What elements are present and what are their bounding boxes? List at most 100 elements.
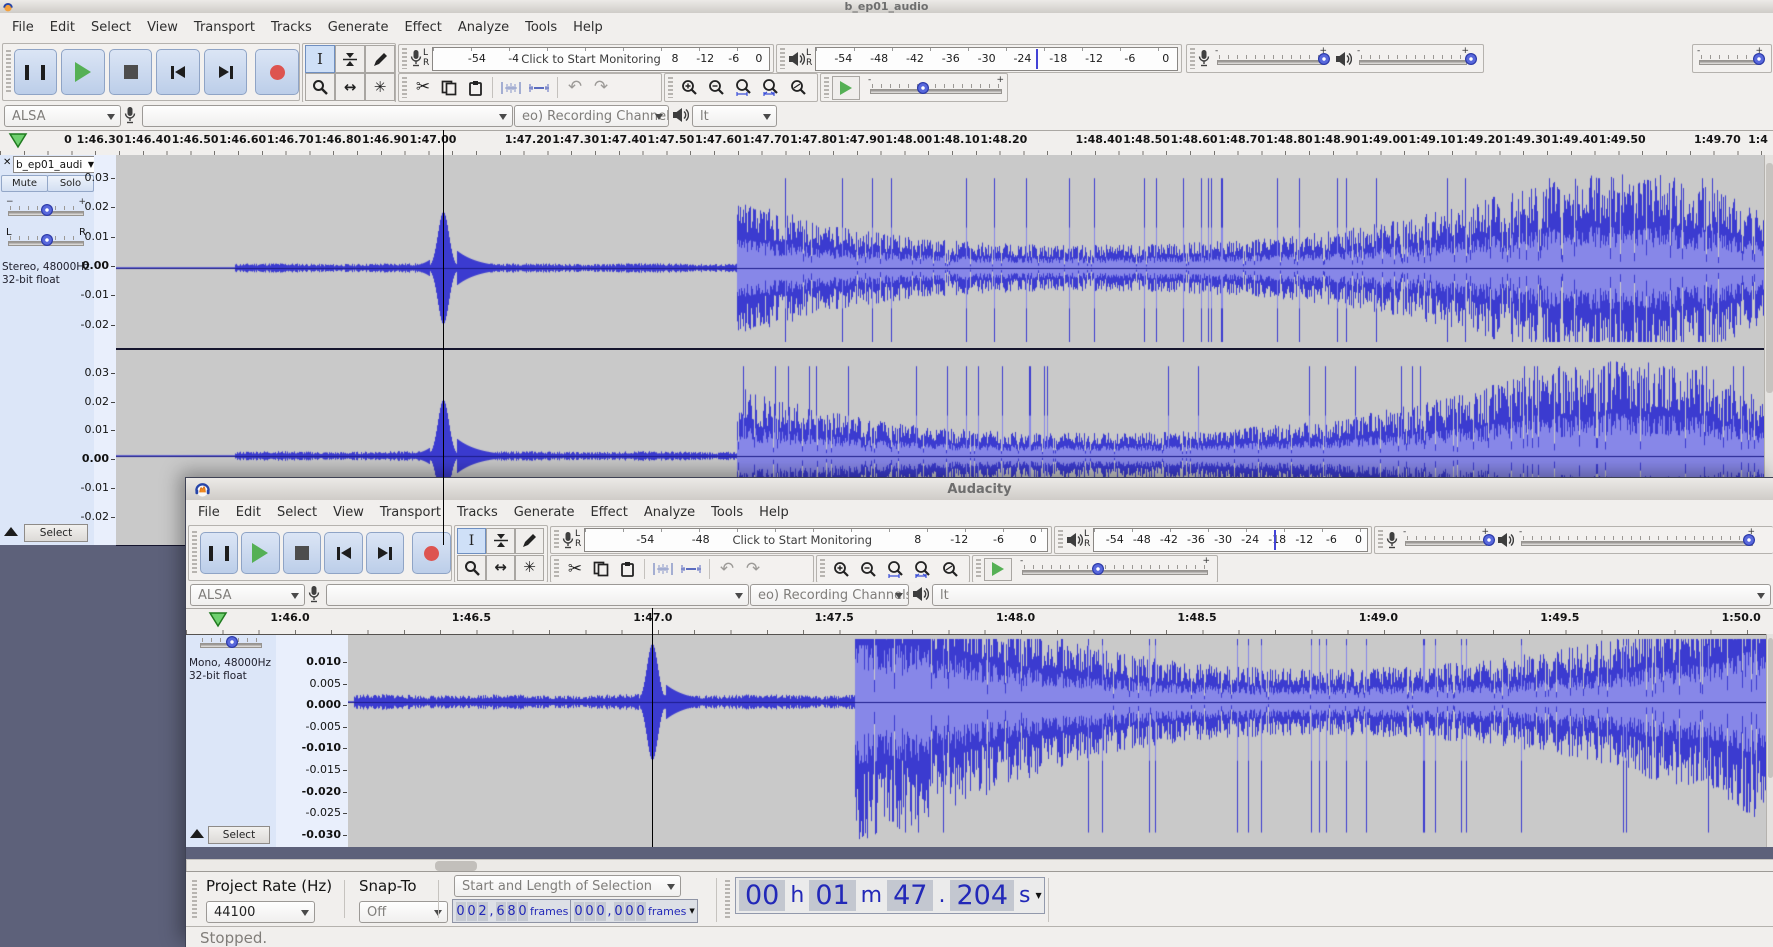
zoom-out-button[interactable] [855,556,882,582]
pause-button[interactable] [200,532,239,574]
recording-volume-slider[interactable]: -+ [1403,531,1489,549]
record-button[interactable] [412,532,451,574]
track-select-button[interactable]: Select [208,826,270,844]
stop-button[interactable] [283,532,322,574]
draw-tool[interactable] [365,45,395,73]
speaker-icon[interactable] [788,51,805,67]
time-value-segment[interactable]: 47 [887,880,933,911]
waveform-mono[interactable] [348,634,1766,849]
playback-speed-slider[interactable]: -+ [868,79,1004,97]
audio-position-display[interactable]: 00h01m47.204s ▼ [735,877,1045,914]
dropdown-arrow-icon[interactable]: ▼ [689,907,694,915]
skip-to-start-button[interactable] [156,49,200,95]
waveform-left-channel[interactable] [116,155,1764,350]
paste-button[interactable] [614,556,640,582]
recording-meter[interactable]: -54-48 Click to Start Monitoring 8-12-60 [432,47,770,71]
timeline-ruler[interactable]: 1:46.01:46.51:47.01:47.51:48.01:48.51:49… [186,608,1773,635]
scrollbar-thumb[interactable] [1768,638,1773,778]
digit-cell[interactable]: , [489,902,495,921]
trim-audio-button[interactable] [649,556,677,582]
collapse-icon[interactable] [190,829,204,838]
fit-project-button[interactable] [909,556,936,582]
menu-item[interactable]: Help [565,20,611,35]
copy-button[interactable] [588,556,614,582]
zoom-in-button[interactable] [676,75,703,101]
slider-thumb[interactable] [1465,53,1477,65]
recording-volume-slider[interactable]: -+ [1215,50,1327,68]
menu-item[interactable]: Analyze [636,505,703,520]
menu-item[interactable]: Edit [42,20,83,35]
digit-cell[interactable]: 0 [518,902,528,921]
menu-item[interactable]: Tools [703,505,751,520]
track-control-panel[interactable]: Mono, 48000Hz 32-bit float Select [186,634,277,848]
mute-button[interactable]: Mute [1,175,48,192]
menu-item[interactable]: Effect [396,20,449,35]
playback-volume-slider[interactable]: -+ [1519,531,1755,549]
time-unit-segment[interactable]: h [786,883,808,908]
close-icon[interactable]: ✕ [3,157,11,168]
menu-item[interactable]: File [4,20,42,35]
digit-cell[interactable]: 0 [614,902,624,921]
recording-device-dropdown[interactable] [326,584,749,606]
timeline-ruler[interactable]: 0 1:46.301:46.401:46.501:46.601:46.701:4… [0,130,1773,156]
undo-button[interactable]: ↶ [562,75,588,101]
skip-to-start-button[interactable] [324,532,363,574]
skip-to-end-button[interactable] [366,532,405,574]
time-unit-segment[interactable]: s [1015,883,1034,908]
digit-cell[interactable]: 0 [456,902,466,921]
menu-item[interactable]: Generate [506,505,583,520]
zoom-toggle-button[interactable] [936,556,963,582]
timeline-pin-icon[interactable] [208,612,228,629]
recording-meter[interactable]: -54-48 Click to Start Monitoring 8-12-60 [584,528,1048,552]
timeshift-tool[interactable]: ↔ [486,555,515,581]
digit-cell[interactable]: 2 [478,902,488,921]
audio-host-dropdown[interactable]: ALSA [190,584,305,606]
aux-slider[interactable]: -+ [1697,50,1763,68]
undo-button[interactable]: ↶ [714,556,740,582]
menu-item[interactable]: Tracks [449,505,506,520]
dropdown-arrow-icon[interactable]: ▼ [1035,891,1041,900]
play-at-speed-button[interactable] [984,558,1012,581]
cut-button[interactable]: ✂ [410,75,436,101]
slider-thumb[interactable] [1743,534,1755,546]
menu-item[interactable]: Select [83,20,139,35]
draw-tool[interactable] [515,528,544,554]
playback-speed-slider[interactable]: -+ [1020,560,1210,578]
fit-project-button[interactable] [757,75,784,101]
menu-item[interactable]: Select [269,505,325,520]
playback-meter[interactable]: -54-48-42-36-30-24-18-12-60 [815,47,1178,71]
menu-item[interactable]: View [139,20,186,35]
play-button[interactable] [61,49,105,95]
time-value-segment[interactable]: 01 [809,880,855,911]
menu-item[interactable]: Effect [582,505,635,520]
menu-item[interactable]: File [190,505,228,520]
cut-button[interactable]: ✂ [562,556,588,582]
silence-audio-button[interactable] [677,556,705,582]
scrollbar-thumb[interactable] [435,861,477,871]
menu-item[interactable]: Edit [228,505,269,520]
snap-to-dropdown[interactable]: Off [359,901,448,923]
gain-slider[interactable]: −+ [6,201,86,219]
playback-device-dropdown[interactable]: lt [692,105,777,127]
multi-tool[interactable]: ✳ [515,555,544,581]
menu-item[interactable]: Transport [372,505,449,520]
selection-length-field[interactable]: 000,000frames▼ [570,899,698,923]
digit-cell[interactable]: 0 [625,902,635,921]
slider-thumb[interactable] [226,636,238,648]
project-rate-dropdown[interactable]: 44100 [206,901,315,923]
vertical-scrollbar[interactable] [1766,634,1773,847]
zoom-toggle-button[interactable] [784,75,811,101]
monitor-hint[interactable]: Click to Start Monitoring [518,52,664,66]
playback-meter[interactable]: -54-48-42-36-30-24-18-12-60 [1093,528,1368,552]
time-unit-segment[interactable]: m [857,883,886,908]
pan-slider[interactable] [198,633,264,651]
digit-cell[interactable]: , [607,902,613,921]
microphone-icon[interactable] [410,49,422,68]
recording-channels-dropdown[interactable]: eo) Recording Channels [750,584,909,606]
selection-start-field[interactable]: 002,680frames▼ [452,899,580,923]
paste-button[interactable] [462,75,488,101]
slider-thumb[interactable] [1483,534,1495,546]
track-select-button[interactable]: Select [24,524,88,542]
playback-volume-slider[interactable]: -+ [1357,50,1469,68]
scrollbar-thumb[interactable] [1766,163,1773,393]
